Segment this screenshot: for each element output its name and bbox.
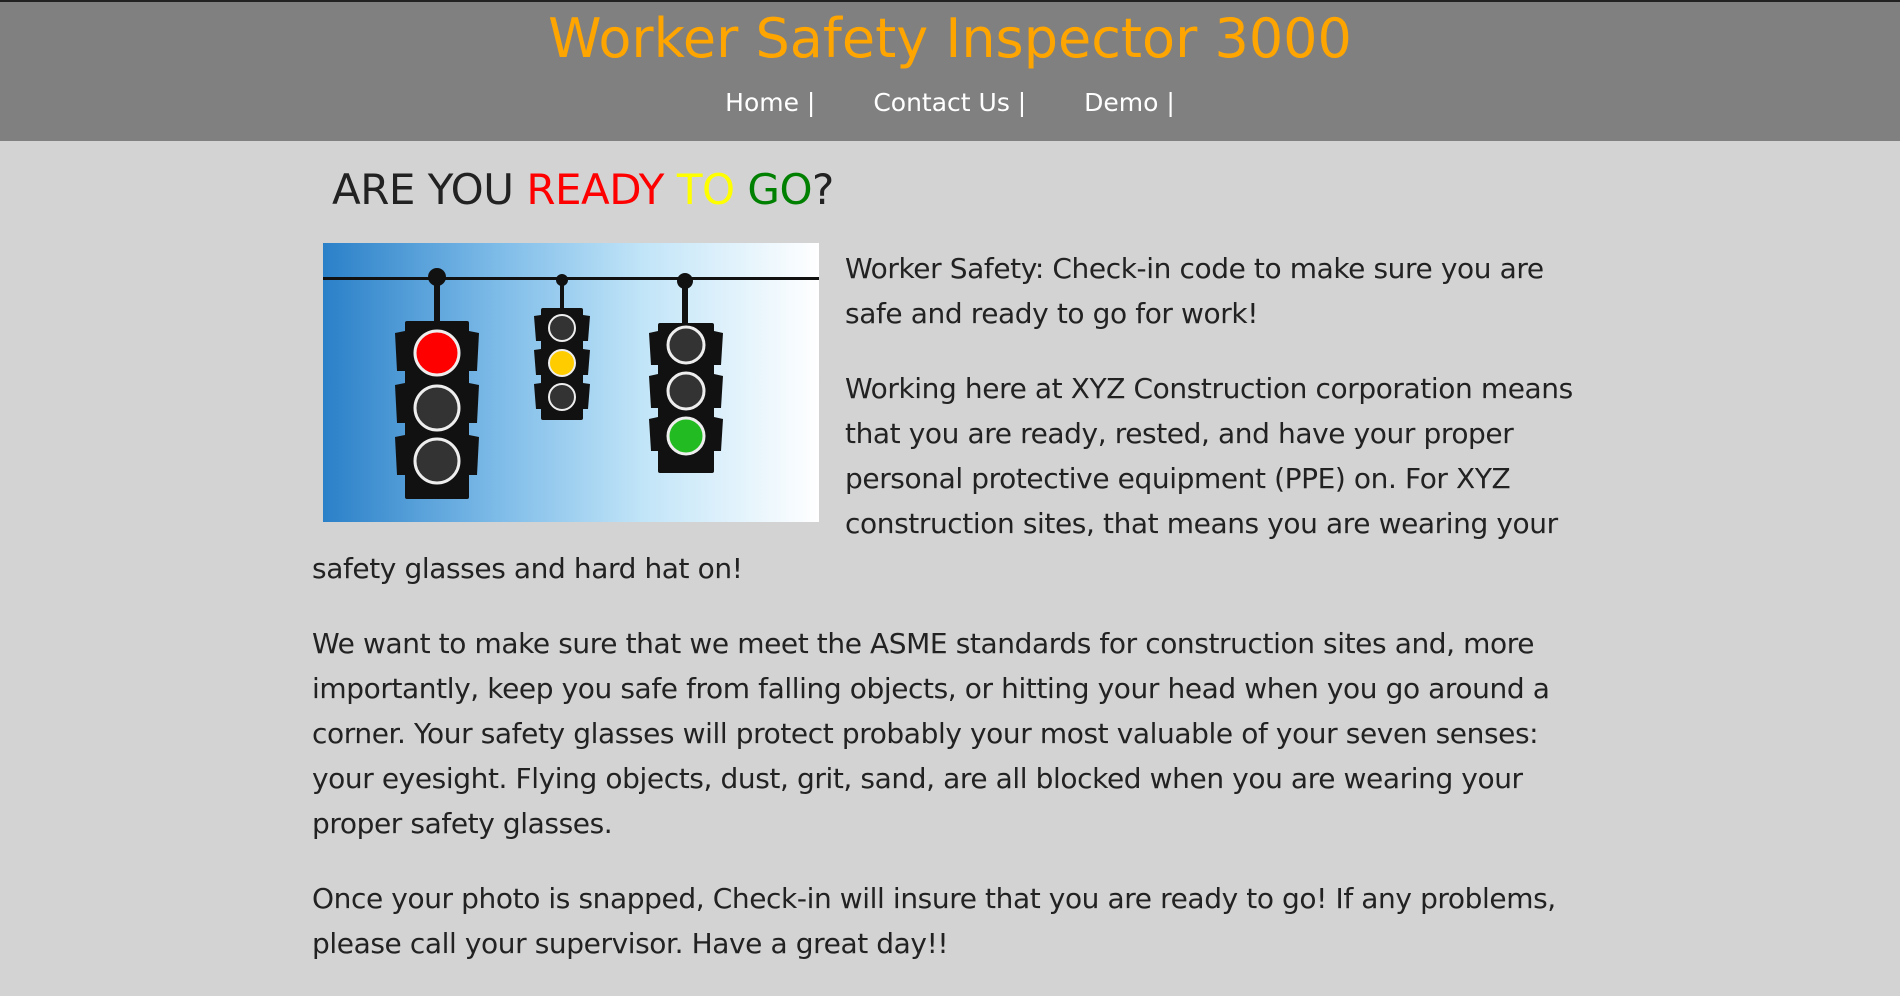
traffic-lights-icon xyxy=(323,268,819,499)
headline-question: ? xyxy=(812,165,834,214)
nav-home-link[interactable]: Home | xyxy=(725,88,815,117)
page-headline: ARE YOU READY TO GO? xyxy=(332,165,1590,215)
main-content: ARE YOU READY TO GO? Worker Safety: Chec… xyxy=(312,141,1590,996)
main-nav: Home | Contact Us | Demo | xyxy=(0,88,1900,118)
headline-to: TO xyxy=(676,165,735,214)
nav-demo-link[interactable]: Demo | xyxy=(1084,88,1175,117)
site-title: Worker Safety Inspector 3000 xyxy=(548,7,1352,70)
site-header: Worker Safety Inspector 3000 Home | Cont… xyxy=(0,0,1900,141)
headline-go: GO xyxy=(747,165,813,214)
nav-contact-link[interactable]: Contact Us | xyxy=(873,88,1026,117)
asme-paragraph: We want to make sure that we meet the AS… xyxy=(312,627,1550,840)
headline-text: ARE YOU xyxy=(332,165,527,214)
checkin-paragraph: Once your photo is snapped, Check-in wil… xyxy=(312,882,1556,960)
traffic-lights-image xyxy=(323,243,819,522)
headline-ready: READY xyxy=(526,165,664,214)
